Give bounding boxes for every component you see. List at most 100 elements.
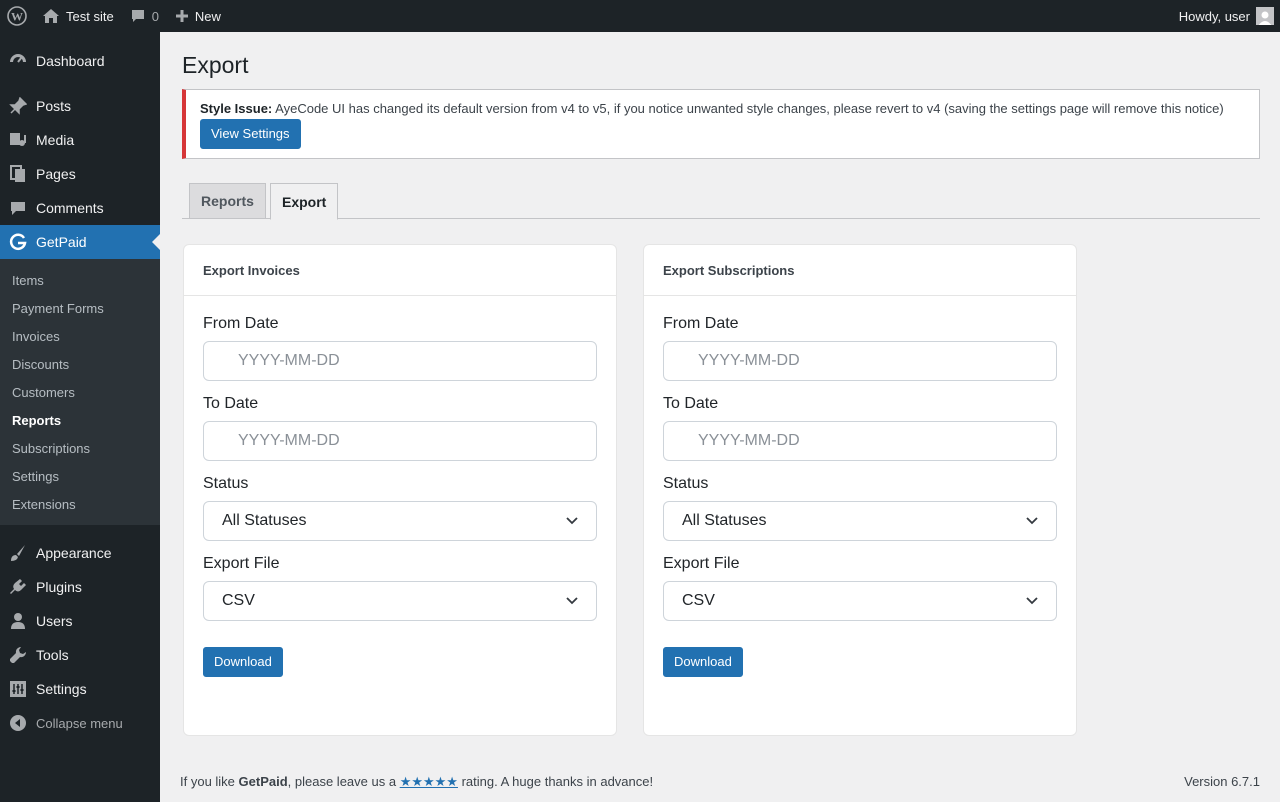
media-icon (8, 130, 28, 150)
nav-tabs: Reports Export (182, 183, 1260, 220)
pages-icon (8, 164, 28, 184)
from-date-label: From Date (203, 315, 279, 332)
footer-brand: GetPaid (238, 774, 288, 789)
my-account-link[interactable]: Howdy, user (1171, 0, 1280, 32)
export-file-select[interactable]: CSV (663, 581, 1057, 621)
download-button[interactable]: Download (203, 647, 283, 677)
menu-pages-label: Pages (36, 166, 76, 182)
card-title: Export Subscriptions (644, 245, 1076, 296)
export-file-label: Export File (203, 555, 280, 572)
view-settings-button[interactable]: View Settings (200, 119, 301, 149)
collapse-arrow-icon (8, 713, 28, 733)
new-label: New (194, 8, 221, 24)
submenu-item-extensions[interactable]: Extensions (0, 490, 160, 518)
download-button[interactable]: Download (663, 647, 743, 677)
footer-rating-text: If you like GetPaid, please leave us a ★… (180, 774, 653, 790)
to-date-label: To Date (663, 395, 719, 412)
chevron-down-icon (1026, 515, 1038, 527)
to-date-label: To Date (203, 395, 259, 412)
menu-media[interactable]: Media (0, 123, 160, 157)
export-file-select-value: CSV (222, 592, 255, 609)
svg-text:W: W (11, 10, 23, 24)
footer-text-before: If you like (180, 774, 239, 789)
main-content: Export Style Issue: AyeCode UI has chang… (160, 32, 1280, 802)
submenu-item-subscriptions[interactable]: Subscriptions (0, 434, 160, 462)
submenu-item-reports[interactable]: Reports (0, 406, 160, 434)
submenu-item-invoices[interactable]: Invoices (0, 322, 160, 350)
export-invoices-card: Export Invoices From Date YYYY-MM-DD To … (183, 244, 617, 736)
plus-icon (175, 9, 189, 23)
from-date-input[interactable]: YYYY-MM-DD (203, 341, 597, 381)
menu-plugins-label: Plugins (36, 579, 82, 595)
menu-posts[interactable]: Posts (0, 89, 160, 123)
menu-pages[interactable]: Pages (0, 157, 160, 191)
avatar (1256, 7, 1274, 25)
dashboard-icon (8, 51, 28, 71)
version-text: Version 6.7.1 (1184, 774, 1260, 789)
card-title: Export Invoices (184, 245, 616, 296)
tab-export[interactable]: Export (270, 183, 339, 220)
page-title: Export (182, 52, 249, 78)
plugin-icon (8, 577, 28, 597)
comments-count: 0 (151, 8, 159, 24)
menu-comments[interactable]: Comments (0, 191, 160, 225)
menu-comments-label: Comments (36, 200, 104, 216)
new-content-link[interactable]: New (167, 0, 229, 32)
to-date-input[interactable]: YYYY-MM-DD (203, 421, 597, 461)
pin-icon (8, 96, 28, 116)
export-file-select[interactable]: CSV (203, 581, 597, 621)
submenu-item-payment-forms[interactable]: Payment Forms (0, 294, 160, 322)
howdy-greeting: Howdy, user (1178, 8, 1250, 24)
site-name-link[interactable]: Test site (34, 0, 122, 32)
wordpress-logo-icon[interactable]: W (0, 0, 34, 32)
menu-users[interactable]: Users (0, 604, 160, 638)
status-select[interactable]: All Statuses (203, 501, 597, 541)
notice-text: AyeCode UI has changed its default versi… (272, 101, 1224, 116)
home-icon (42, 8, 60, 24)
site-name: Test site (66, 8, 114, 24)
menu-plugins[interactable]: Plugins (0, 570, 160, 604)
comment-icon (8, 198, 28, 218)
settings-icon (8, 679, 28, 699)
style-issue-notice: Style Issue: AyeCode UI has changed its … (182, 89, 1260, 159)
status-select-value: All Statuses (682, 512, 767, 529)
from-date-label: From Date (663, 315, 739, 332)
submenu-item-customers[interactable]: Customers (0, 378, 160, 406)
menu-posts-label: Posts (36, 98, 72, 114)
status-label: Status (663, 475, 709, 492)
menu-settings[interactable]: Settings (0, 672, 160, 706)
notice-message: Style Issue: AyeCode UI has changed its … (200, 101, 1245, 116)
submenu-item-items[interactable]: Items (0, 266, 160, 294)
menu-getpaid-label: GetPaid (36, 234, 87, 250)
admin-bar: W Test site 0 New Howdy, user (0, 0, 1280, 32)
rating-stars-link[interactable]: ★★★★★ (400, 774, 458, 789)
submenu-item-discounts[interactable]: Discounts (0, 350, 160, 378)
status-select[interactable]: All Statuses (663, 501, 1057, 541)
comments-link[interactable]: 0 (122, 0, 167, 32)
chevron-down-icon (566, 595, 578, 607)
export-file-select-value: CSV (682, 592, 715, 609)
tab-reports[interactable]: Reports (189, 183, 266, 219)
to-date-input[interactable]: YYYY-MM-DD (663, 421, 1057, 461)
menu-tools[interactable]: Tools (0, 638, 160, 672)
menu-getpaid[interactable]: GetPaid (0, 225, 160, 259)
from-date-input[interactable]: YYYY-MM-DD (663, 341, 1057, 381)
wrench-icon (8, 645, 28, 665)
brush-icon (8, 543, 28, 563)
admin-sidebar: Dashboard Posts Media Pages Comments Get… (0, 32, 160, 802)
collapse-menu-button[interactable]: Collapse menu (0, 706, 160, 740)
export-subscriptions-card: Export Subscriptions From Date YYYY-MM-D… (643, 244, 1077, 736)
footer-text-after: rating. A huge thanks in advance! (457, 774, 654, 789)
collapse-menu-label: Collapse menu (36, 715, 123, 731)
getpaid-icon (8, 232, 28, 252)
menu-settings-label: Settings (36, 681, 87, 697)
menu-dashboard[interactable]: Dashboard (0, 44, 160, 78)
chevron-down-icon (566, 515, 578, 527)
menu-dashboard-label: Dashboard (36, 53, 105, 69)
user-icon (8, 611, 28, 631)
submenu-item-settings[interactable]: Settings (0, 462, 160, 490)
menu-tools-label: Tools (36, 647, 69, 663)
comment-icon (130, 8, 146, 24)
export-file-label: Export File (663, 555, 740, 572)
menu-appearance[interactable]: Appearance (0, 536, 160, 570)
